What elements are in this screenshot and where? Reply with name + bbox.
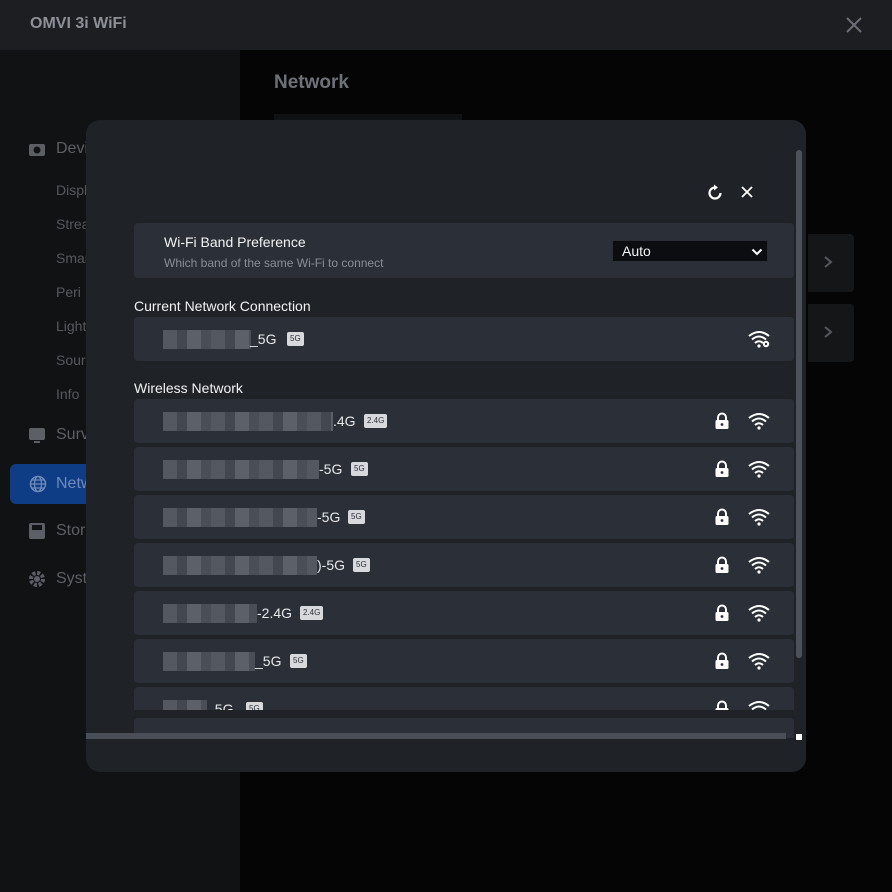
current-connection-heading: Current Network Connection <box>134 298 311 314</box>
sidebar-sub-item[interactable]: Info <box>56 386 79 402</box>
wifi-icon <box>748 653 770 670</box>
lock-icon <box>715 652 729 669</box>
band-preference-title: Wi-Fi Band Preference <box>164 234 306 250</box>
wifi-connected-icon <box>748 331 770 348</box>
band-badge: 5G <box>353 558 370 572</box>
network-row[interactable]: -5G 5G <box>134 495 794 539</box>
page-title: Network <box>274 72 349 93</box>
band-badge: 5G <box>351 462 368 476</box>
wifi-icon <box>748 605 770 622</box>
sidebar-item-devices[interactable]: Devi <box>28 140 88 158</box>
network-row[interactable]: _5G 5G <box>134 639 794 683</box>
band-preference-subtitle: Which band of the same Wi-Fi to connect <box>164 256 384 270</box>
wifi-icon <box>748 557 770 574</box>
close-icon[interactable] <box>842 13 866 37</box>
settings-card[interactable] <box>808 234 854 292</box>
band-badge: 5G <box>287 332 304 346</box>
ssid-redacted <box>163 700 207 710</box>
storage-icon <box>29 523 45 539</box>
ssid-text: _5G <box>255 653 282 669</box>
network-row[interactable]: -2.4G 2.4G <box>134 591 794 635</box>
title-bar: OMVI 3i WiFi <box>0 0 892 50</box>
sidebar-item-surveillance[interactable]: Surv <box>28 426 89 444</box>
lock-icon <box>715 604 729 621</box>
band-badge: 5G <box>348 510 365 524</box>
lock-icon <box>715 556 729 573</box>
sidebar-item-label: Surv <box>56 426 89 443</box>
globe-icon <box>29 475 47 493</box>
sidebar-item-label: Stor <box>56 522 86 539</box>
app-title: OMVI 3i WiFi <box>30 15 127 32</box>
camera-icon <box>29 144 45 156</box>
network-row[interactable]: -5G 5G <box>134 447 794 491</box>
lock-icon <box>715 700 729 710</box>
wifi-icon <box>748 461 770 478</box>
band-badge: 2.4G <box>300 606 324 620</box>
ssid-text: -5G <box>319 461 343 477</box>
chevron-right-icon <box>824 326 833 338</box>
horizontal-scrollbar[interactable] <box>86 733 786 739</box>
current-network-row[interactable]: _5G 5G <box>134 317 794 361</box>
wifi-icon <box>748 509 770 526</box>
band-select[interactable]: Auto <box>612 240 768 262</box>
wifi-icon <box>748 413 770 430</box>
sidebar-sub-item[interactable]: Peri <box>56 284 81 300</box>
ssid-redacted <box>163 330 251 349</box>
band-select-value: Auto <box>622 243 651 259</box>
network-row[interactable]: _5G 5G <box>134 687 794 710</box>
scroll-corner <box>796 734 802 740</box>
lock-icon <box>715 508 729 525</box>
monitor-icon <box>29 428 45 443</box>
network-row[interactable]: .4G 2.4G <box>134 399 794 443</box>
ssid-text: _5G <box>207 701 234 710</box>
sidebar-item-storage[interactable]: Stor <box>28 522 85 540</box>
sidebar-sub-item[interactable]: Smar <box>56 250 89 266</box>
refresh-icon[interactable] <box>706 184 724 202</box>
ssid-redacted <box>163 652 255 671</box>
settings-card[interactable] <box>808 304 854 362</box>
ssid-redacted <box>163 556 317 575</box>
gear-icon <box>29 571 45 587</box>
ssid-text: _5G <box>250 331 277 347</box>
band-badge: 5G <box>246 702 263 710</box>
chevron-down-icon <box>751 248 763 256</box>
sidebar-item-label: Syst <box>56 570 88 587</box>
band-badge: 2.4G <box>364 414 388 428</box>
ssid-redacted <box>163 508 317 527</box>
sidebar-sub-item[interactable]: Light <box>56 318 86 334</box>
sidebar-item-system[interactable]: Syst <box>28 570 87 588</box>
lock-icon <box>715 412 729 429</box>
wireless-network-heading: Wireless Network <box>134 380 243 396</box>
band-badge: 5G <box>290 654 307 668</box>
ssid-redacted <box>163 604 257 623</box>
close-icon[interactable] <box>740 185 754 199</box>
sidebar-sub-item[interactable]: Displ <box>56 182 87 198</box>
chevron-right-icon <box>824 256 833 268</box>
sidebar-sub-item[interactable]: Sour <box>56 352 86 368</box>
lock-icon <box>715 460 729 477</box>
ssid-redacted <box>163 412 333 431</box>
wifi-icon <box>748 701 770 710</box>
network-row[interactable]: )-5G 5G <box>134 543 794 587</box>
wifi-modal: Wi-Fi Band Preference Which band of the … <box>86 120 806 772</box>
ssid-text: -2.4G <box>257 605 293 621</box>
vertical-scrollbar[interactable] <box>796 150 802 658</box>
ssid-text: -5G <box>317 509 341 525</box>
network-list: .4G 2.4G -5G 5G -5G 5G )-5G 5G -2.4G 2.4… <box>86 396 806 710</box>
ssid-text: )-5G <box>317 557 345 573</box>
band-preference-row: Wi-Fi Band Preference Which band of the … <box>134 223 794 278</box>
sidebar-item-label: Devi <box>56 140 89 157</box>
ssid-text: .4G <box>333 413 356 429</box>
ssid-redacted <box>163 460 319 479</box>
sidebar-sub-item[interactable]: Strea <box>56 216 89 232</box>
